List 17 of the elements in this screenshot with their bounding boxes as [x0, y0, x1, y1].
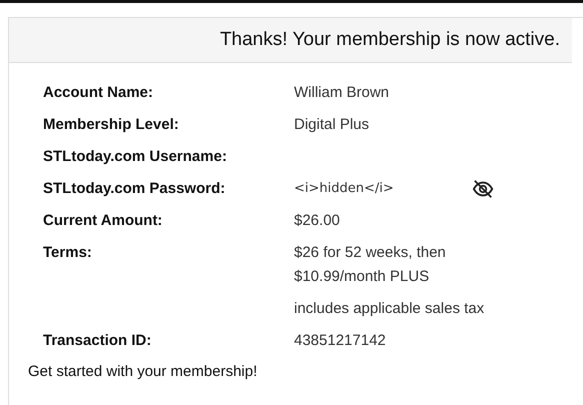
field-label: Terms: [43, 243, 93, 263]
footer-text: Get started with your membership! [28, 363, 258, 380]
field-value: <i>hidden</i> [294, 180, 395, 198]
field-value: 43851217142 [294, 331, 386, 351]
field-label: STLtoday.com Password: [43, 179, 226, 199]
field-value: $26.00 [294, 211, 340, 231]
field-value: William Brown [294, 83, 390, 103]
field-label: Current Amount: [43, 211, 164, 231]
field-value: $26 for 52 weeks, then $10.99/month PLUS [294, 243, 447, 287]
field-label: Transaction ID: [43, 331, 152, 351]
eye-slash-icon[interactable] [472, 178, 494, 200]
field-label: STLtoday.com Username: [43, 147, 228, 167]
confirmation-title: Thanks! Your membership is now active. [220, 29, 560, 51]
field-label: Account Name: [43, 83, 154, 103]
field-value: Digital Plus [294, 115, 370, 135]
field-label: Membership Level: [43, 115, 180, 135]
field-note: includes applicable sales tax [294, 299, 486, 319]
